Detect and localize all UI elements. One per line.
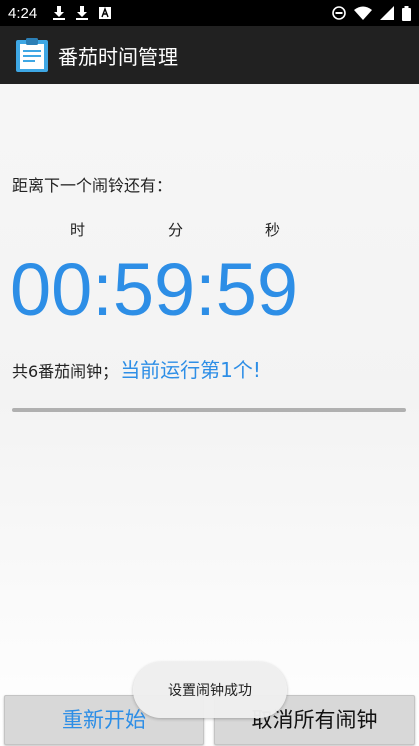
download-icon bbox=[53, 6, 66, 20]
unit-hour-label: 时 bbox=[70, 221, 86, 239]
status-time: 4:24 bbox=[8, 4, 38, 22]
text-icon bbox=[99, 7, 112, 19]
clipboard-icon bbox=[16, 38, 48, 72]
dnd-icon bbox=[332, 6, 346, 20]
battery-icon bbox=[402, 5, 411, 21]
download-icon bbox=[76, 6, 89, 20]
alarm-total-text: 共6番茄闹钟； bbox=[12, 362, 119, 381]
status-icons-right bbox=[332, 0, 411, 26]
status-icons-left bbox=[53, 6, 112, 20]
signal-icon bbox=[380, 6, 394, 20]
unit-minute-label: 分 bbox=[168, 221, 184, 239]
unit-second-label: 秒 bbox=[265, 221, 281, 239]
countdown-label: 距离下一个闹铃还有： bbox=[12, 176, 173, 195]
app-bar: 番茄时间管理 bbox=[0, 26, 419, 84]
alarm-info: 共6番茄闹钟； 当前运行第1个! bbox=[12, 354, 261, 383]
countdown-timer: 00:59:59 bbox=[10, 248, 299, 331]
app-title: 番茄时间管理 bbox=[58, 44, 178, 69]
progress-bar bbox=[12, 408, 406, 412]
alarm-current-text: 当前运行第1个! bbox=[120, 358, 261, 382]
toast-message: 设置闹钟成功 bbox=[133, 662, 287, 718]
wifi-icon bbox=[354, 6, 372, 20]
status-bar: 4:24 bbox=[0, 0, 419, 26]
